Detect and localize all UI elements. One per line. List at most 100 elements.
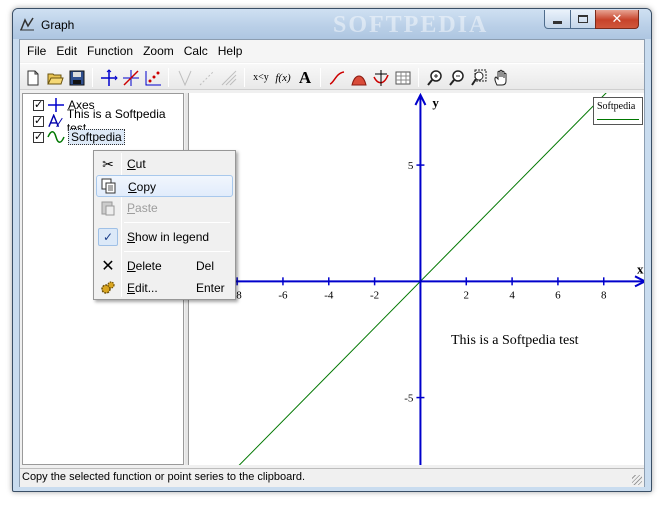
menu-function[interactable]: Function xyxy=(82,41,138,61)
tree-item-text-label[interactable]: This is a Softpedia test xyxy=(33,107,183,135)
menu-item-paste[interactable]: Paste xyxy=(96,197,233,219)
shading-button[interactable] xyxy=(218,67,240,88)
save-disk-icon xyxy=(69,70,85,85)
insert-axes-button[interactable] xyxy=(98,67,120,88)
hand-icon xyxy=(494,69,507,85)
copy-icon-glyph xyxy=(101,178,116,194)
function-axes-icon xyxy=(123,69,139,86)
toolbar-separator xyxy=(418,68,419,87)
show-in-legend-label: Show in legend xyxy=(127,230,210,244)
insert-label-button[interactable]: A xyxy=(294,67,316,88)
x-axis-label: x xyxy=(637,261,644,276)
new-button[interactable] xyxy=(22,67,44,88)
menu-item-delete[interactable]: ✕ Delete Del xyxy=(96,255,233,277)
function-line-0 xyxy=(238,93,607,465)
scissors-icon: ✂ xyxy=(102,155,114,172)
check-icon: ✓ xyxy=(98,228,118,246)
checkbox[interactable] xyxy=(33,114,44,127)
area-button[interactable] xyxy=(348,67,370,88)
table-icon xyxy=(395,71,411,84)
open-folder-icon xyxy=(47,73,64,84)
menu-help[interactable]: Help xyxy=(213,41,248,61)
x-tick-label: -2 xyxy=(370,289,379,301)
axes-icon xyxy=(48,98,64,112)
menu-edit[interactable]: Edit xyxy=(51,41,82,61)
tangent-icon xyxy=(178,70,192,86)
minimize-icon xyxy=(553,20,562,24)
watermark: SOFTPEDIA xyxy=(333,12,489,38)
legend[interactable]: Softpedia xyxy=(593,97,643,125)
evaluate-button[interactable] xyxy=(370,67,392,88)
graph-area[interactable]: x y -8 -6 -4 -2 2 4 6 8 5 -5 Softpedia This is a So… xyxy=(188,93,644,465)
context-menu: ✂ Cut Copy Paste ✓ Show in legend ✕ Dele… xyxy=(93,150,236,300)
function-curve-icon xyxy=(47,131,65,143)
zoom-window-button[interactable] xyxy=(468,67,490,88)
copy-label: Copy xyxy=(128,180,157,194)
y-tick-label: 5 xyxy=(408,160,414,172)
status-bar: Copy the selected function or point seri… xyxy=(20,468,644,487)
table-button[interactable] xyxy=(392,67,414,88)
zoom-in-button[interactable] xyxy=(424,67,446,88)
toolbar: x<y f(x) A xyxy=(20,63,644,90)
y-axis-label: y xyxy=(432,95,439,110)
delete-label: Delete xyxy=(127,259,162,273)
toolbar-separator xyxy=(320,68,321,87)
move-system-button[interactable] xyxy=(490,67,512,88)
paste-icon-glyph xyxy=(101,201,115,216)
y-tick-label: -5 xyxy=(404,393,414,405)
maximize-button[interactable] xyxy=(570,10,596,29)
toolbar-separator xyxy=(168,68,169,87)
zoom-out-button[interactable] xyxy=(446,67,468,88)
title-bar[interactable]: Graph SOFTPEDIA ✕ xyxy=(13,9,651,39)
custom-function-label: f(x) xyxy=(275,71,291,84)
gears-icon xyxy=(96,278,120,298)
x-tick-label: 4 xyxy=(509,289,515,301)
trendline-button[interactable] xyxy=(196,67,218,88)
paste-label: Paste xyxy=(127,201,158,215)
menu-item-show-in-legend[interactable]: ✓ Show in legend xyxy=(96,226,233,248)
x-tick-label: 8 xyxy=(601,289,607,301)
menu-file[interactable]: File xyxy=(22,41,51,61)
x-tick-label: -4 xyxy=(324,289,334,301)
insert-function-button[interactable] xyxy=(120,67,142,88)
custom-function-button[interactable]: f(x) xyxy=(272,67,294,88)
close-button[interactable]: ✕ xyxy=(595,10,639,29)
cut-label: Cut xyxy=(127,157,146,171)
new-file-icon xyxy=(27,70,39,85)
close-icon: ✕ xyxy=(611,11,623,26)
menu-item-edit[interactable]: Edit... Enter xyxy=(96,277,233,299)
plot-canvas: xy-8 -6 -4 -2 2 4 6 85-5 xyxy=(189,93,644,465)
zoom-window-icon xyxy=(471,69,487,86)
x-tick-label: 2 xyxy=(464,289,470,301)
save-button[interactable] xyxy=(66,67,88,88)
menu-item-cut[interactable]: ✂ Cut xyxy=(96,153,233,175)
legend-label: Softpedia xyxy=(597,101,636,112)
menu-item-copy[interactable]: Copy xyxy=(96,175,233,197)
menu-zoom[interactable]: Zoom xyxy=(138,41,179,61)
minimize-button[interactable] xyxy=(544,10,571,29)
checkbox[interactable] xyxy=(33,98,44,111)
zoom-out-icon xyxy=(449,69,464,86)
open-button[interactable] xyxy=(44,67,66,88)
resize-grip[interactable] xyxy=(632,475,642,485)
area-icon xyxy=(351,75,367,85)
menu-calc[interactable]: Calc xyxy=(179,41,213,61)
text-label-glyph: A xyxy=(298,67,312,87)
checkbox[interactable] xyxy=(33,130,44,143)
maximize-icon xyxy=(578,15,588,23)
insert-point-series-button[interactable] xyxy=(142,67,164,88)
application-window: Graph SOFTPEDIA ✕ File Edit Function Zoo… xyxy=(12,8,652,492)
insert-shading-button[interactable] xyxy=(326,67,348,88)
toolbar-separator xyxy=(92,68,93,87)
paste-icon xyxy=(96,198,120,218)
tangent-button[interactable] xyxy=(174,67,196,88)
menu-separator xyxy=(124,222,230,223)
delete-icon: ✕ xyxy=(101,258,115,275)
shading-icon xyxy=(221,70,237,85)
tree-item-softpedia[interactable]: Softpedia xyxy=(33,129,125,145)
text-label-icon xyxy=(47,114,63,128)
plot-text-label[interactable]: This is a Softpedia test xyxy=(451,333,579,349)
menu-bar: File Edit Function Zoom Calc Help xyxy=(20,40,644,62)
relation-button[interactable]: x<y xyxy=(250,67,272,88)
x-tick-label: -6 xyxy=(278,289,288,301)
